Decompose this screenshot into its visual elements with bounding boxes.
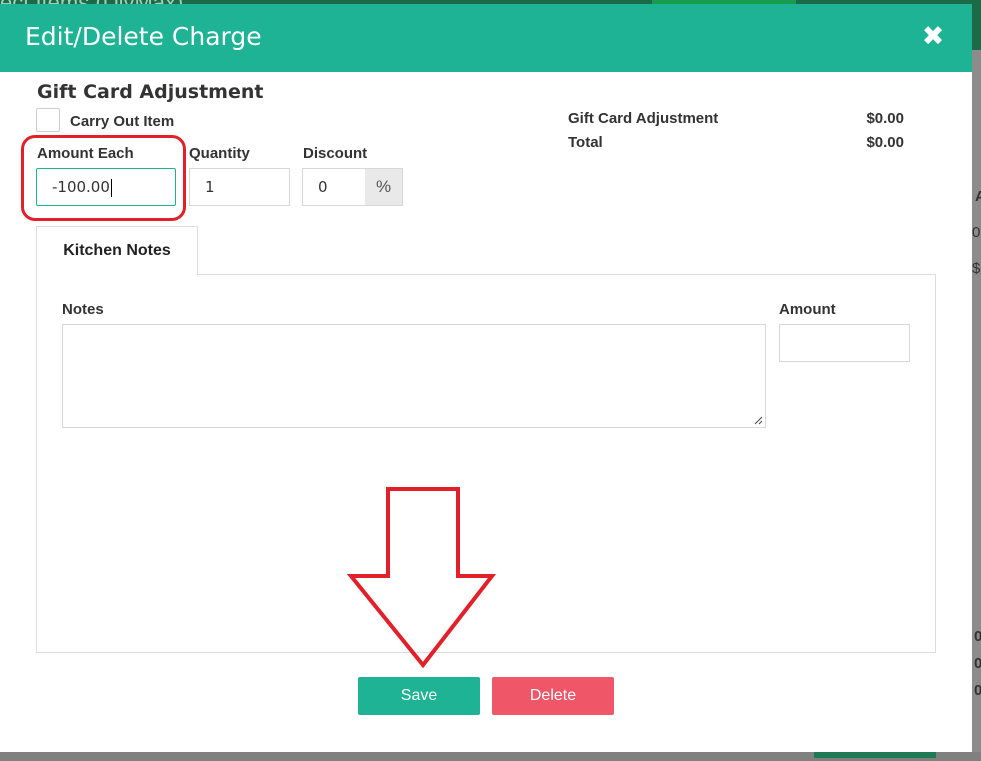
quantity-input[interactable]: 1 — [189, 168, 290, 206]
summary-item-label: Gift Card Adjustment — [568, 110, 719, 127]
summary-total-label: Total — [568, 134, 603, 151]
carry-out-label: Carry Out Item — [70, 113, 175, 130]
carry-out-checkbox[interactable] — [36, 108, 60, 132]
amount-input[interactable] — [779, 324, 910, 362]
background-fragment: 00 — [972, 224, 981, 241]
item-name-heading: Gift Card Adjustment — [37, 81, 264, 103]
save-button[interactable]: Save — [358, 677, 480, 715]
annotation-highlight-box — [21, 135, 186, 221]
resize-grip-icon[interactable] — [754, 416, 763, 425]
delete-button[interactable]: Delete — [492, 677, 614, 715]
close-icon[interactable]: ✖ — [918, 22, 948, 52]
discount-value: 0 — [318, 178, 328, 196]
background-fragment: A — [975, 188, 981, 205]
percent-addon: % — [365, 168, 403, 206]
summary-item-value: $0.00 — [866, 110, 904, 127]
modal-header: Edit/Delete Charge ✖ — [0, 4, 972, 72]
notes-textarea[interactable] — [62, 324, 766, 428]
background-fragment: 0 — [974, 628, 981, 645]
summary-row-total: Total $0.00 — [568, 134, 904, 151]
tab-kitchen-notes[interactable]: Kitchen Notes — [36, 226, 198, 275]
background-fragment: $0 — [972, 260, 981, 277]
background-bottom-button — [814, 752, 936, 758]
quantity-value: 1 — [205, 178, 215, 196]
summary-total-value: $0.00 — [866, 134, 904, 151]
discount-label: Discount — [303, 145, 368, 162]
amount-label: Amount — [779, 301, 836, 318]
quantity-label: Quantity — [189, 145, 250, 162]
summary-row-item: Gift Card Adjustment $0.00 — [568, 110, 904, 127]
background-fragment: 0 — [974, 655, 981, 672]
modal-title: Edit/Delete Charge — [25, 22, 262, 51]
discount-input[interactable]: 0 — [302, 168, 366, 206]
notes-label: Notes — [62, 301, 104, 318]
annotation-down-arrow-icon — [346, 487, 497, 669]
background-fragment: 0 — [974, 682, 981, 699]
